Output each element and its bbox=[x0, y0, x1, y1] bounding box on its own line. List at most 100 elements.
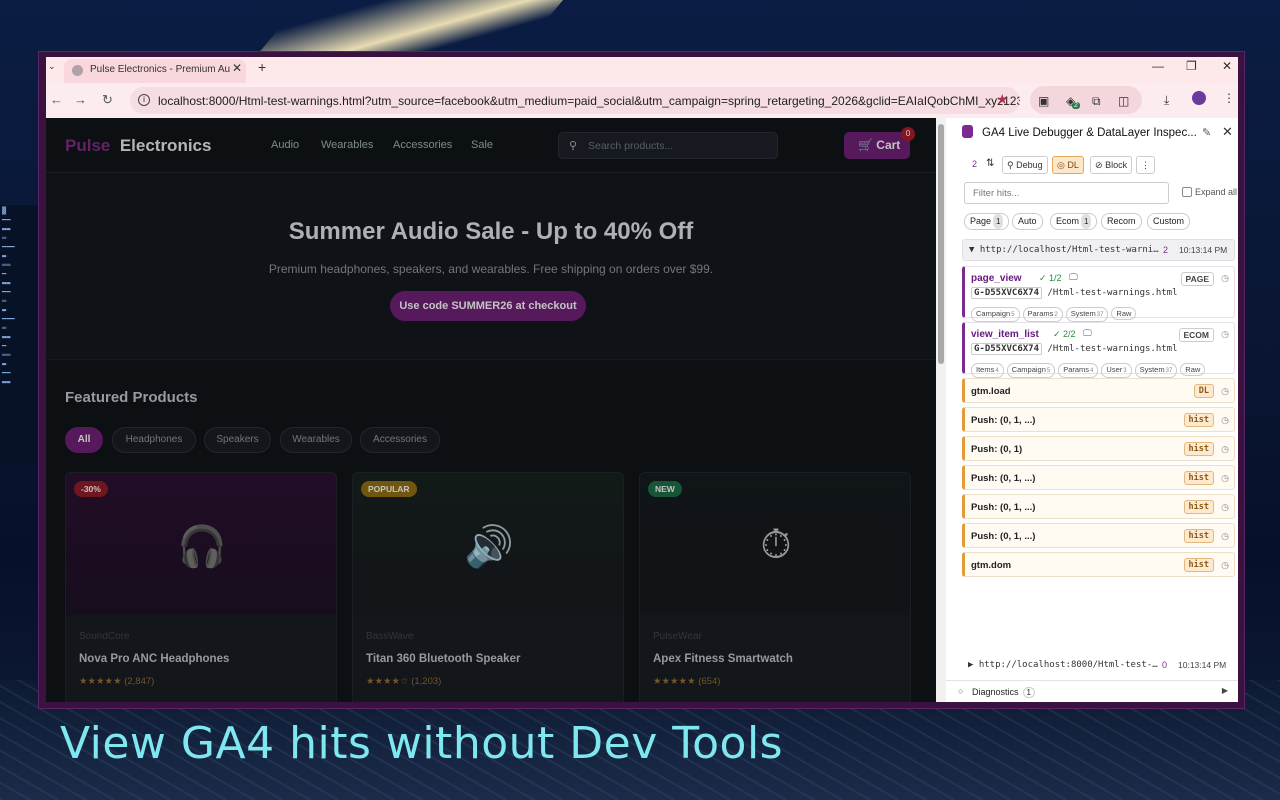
datalayer-event[interactable]: Push: (0, 1, ...) hist ◷ bbox=[962, 465, 1235, 490]
diagnostics-bar[interactable]: ○ Diagnostics 1 ▶ bbox=[946, 680, 1238, 702]
clock-icon: ◷ bbox=[1221, 473, 1229, 483]
tag-page[interactable]: Page 1 bbox=[964, 213, 1010, 230]
extension-badge: 2 bbox=[1072, 102, 1080, 109]
validation-status: ✓ 1/2 bbox=[1039, 273, 1062, 283]
pill-raw[interactable]: Raw bbox=[1111, 307, 1137, 320]
block-icon: ⊘ bbox=[1095, 160, 1103, 170]
tag-ecom[interactable]: Ecom 1 bbox=[1050, 213, 1098, 230]
hit-type-label: PAGE bbox=[1180, 272, 1214, 286]
site-info-icon[interactable]: i bbox=[138, 94, 150, 106]
pill-campaign[interactable]: Campaign5 bbox=[1006, 363, 1056, 378]
pill-params[interactable]: Params4 bbox=[1058, 363, 1099, 378]
page-group-header-collapsed[interactable]: ▶ http://localhost:8000/Html-test-… 0 10… bbox=[962, 655, 1235, 675]
download-icon[interactable]: ⤓ bbox=[1164, 93, 1169, 108]
clock-icon: ◷ bbox=[1221, 531, 1229, 541]
tag-auto[interactable]: Auto bbox=[1012, 213, 1043, 230]
hit-event-name: page_view bbox=[971, 273, 1022, 284]
ga4-debugger-panel: GA4 Live Debugger & DataLayer Inspec... … bbox=[946, 118, 1238, 702]
hit-sections: Campaign5 Params2 System37 Raw bbox=[971, 303, 1139, 322]
desktop-icon: 🖵 bbox=[1069, 272, 1078, 282]
back-icon[interactable]: ← bbox=[50, 92, 63, 107]
analytics-extension-icon[interactable]: ▣ bbox=[1038, 94, 1049, 108]
checkbox-icon bbox=[1182, 187, 1192, 197]
forward-icon[interactable]: → bbox=[74, 92, 87, 107]
block-toggle-button[interactable]: ⊘ Block bbox=[1090, 156, 1133, 174]
clock-icon: ◷ bbox=[1221, 415, 1229, 425]
website-page: Pulse Electronics Audio Wearables Access… bbox=[46, 118, 936, 702]
side-panel-icon[interactable]: ◫ bbox=[1118, 94, 1129, 108]
pill-system[interactable]: System37 bbox=[1065, 307, 1109, 322]
extensions-puzzle-icon[interactable]: ⧉ bbox=[1092, 94, 1101, 109]
promo-caption: View GA4 hits without Dev Tools bbox=[60, 718, 784, 769]
datalayer-event[interactable]: Push: (0, 1, ...) hist ◷ bbox=[962, 407, 1235, 432]
group-time: 10:13:14 PM bbox=[1178, 660, 1227, 670]
tab-favicon-icon bbox=[72, 65, 83, 76]
clock-icon: ◷ bbox=[1221, 273, 1229, 283]
extension-logo-icon bbox=[962, 125, 973, 138]
datalayer-event[interactable]: Push: (0, 1, ...) hist ◷ bbox=[962, 523, 1235, 548]
hit-measurement-id: G-D55XVC6X74 /Html-test-warnings.html bbox=[971, 343, 1178, 355]
filter-hits-input[interactable]: Filter hits... bbox=[964, 182, 1169, 204]
restore-icon[interactable]: ❐ bbox=[1186, 59, 1197, 73]
panel-header: GA4 Live Debugger & DataLayer Inspec... … bbox=[946, 118, 1238, 148]
datalayer-event[interactable]: Push: (0, 1, ...) hist ◷ bbox=[962, 494, 1235, 519]
url-text: localhost:8000/Html-test-warnings.html?u… bbox=[158, 94, 1020, 108]
tab-title: Pulse Electronics - Premium Au bbox=[90, 64, 231, 75]
page-dim-overlay bbox=[46, 118, 936, 702]
profile-avatar[interactable] bbox=[1192, 91, 1206, 105]
background-code-decoration: ▓ ━━ ▬▬ ═ ━━━ ▬ ══ ━ ▬▬ ━━ ═ ▬ ━━━ ═ ▬▬ ━ ══ ▬ ━━ ▬▬ bbox=[0, 205, 40, 465]
tab-bar: ⌄ Pulse Electronics - Premium Au ✕ + — ❐… bbox=[46, 57, 1238, 83]
desktop-icon: 🖵 bbox=[1083, 328, 1092, 338]
page-scrollbar[interactable] bbox=[936, 118, 946, 702]
pill-user[interactable]: User3 bbox=[1101, 363, 1132, 378]
expand-all-checkbox[interactable]: Expand all bbox=[1182, 187, 1237, 197]
reload-icon[interactable]: ↻ bbox=[102, 92, 113, 108]
pill-items[interactable]: Items4 bbox=[971, 363, 1004, 378]
clock-icon: ◷ bbox=[1221, 329, 1229, 339]
datalayer-event[interactable]: gtm.load DL ◷ bbox=[962, 378, 1235, 403]
new-tab-icon[interactable]: + bbox=[258, 59, 266, 75]
tag-recom[interactable]: Recom bbox=[1101, 213, 1142, 230]
tag-custom[interactable]: Custom bbox=[1147, 213, 1191, 230]
datalayer-event[interactable]: Push: (0, 1) hist ◷ bbox=[962, 436, 1235, 461]
group-time: 10:13:14 PM bbox=[1179, 245, 1228, 255]
extensions-group: ▣ ◈ 2 ⧉ ◫ bbox=[1030, 86, 1142, 114]
panel-toolbar: 2 ⇅ ⚲ Debug ◎ DL ⊘ Block ⋮ bbox=[946, 154, 1238, 176]
debug-icon: ⚲ bbox=[1007, 160, 1014, 170]
pill-params[interactable]: Params2 bbox=[1022, 307, 1063, 322]
close-window-icon[interactable]: ✕ bbox=[1222, 59, 1232, 73]
group-url: ▼ http://localhost/Html-test-warni… bbox=[969, 245, 1159, 255]
hit-sections: Items4 Campaign5 Params4 User3 System37 Raw bbox=[971, 359, 1208, 378]
diagnostics-icon: ○ bbox=[958, 686, 964, 696]
clock-icon: ◷ bbox=[1221, 502, 1229, 512]
address-bar[interactable]: i localhost:8000/Html-test-warnings.html… bbox=[130, 87, 1020, 114]
expand-arrow-icon[interactable]: ▶ bbox=[1222, 686, 1228, 695]
pill-raw[interactable]: Raw bbox=[1180, 363, 1206, 376]
validation-status: ✓ 2/2 bbox=[1053, 329, 1076, 339]
pill-campaign[interactable]: Campaign5 bbox=[971, 307, 1020, 322]
group-count: 0 bbox=[1162, 660, 1168, 670]
sort-icon[interactable]: ⇅ bbox=[986, 158, 994, 169]
more-options-icon[interactable]: ⋮ bbox=[1136, 156, 1155, 174]
datalayer-event[interactable]: gtm.dom hist ◷ bbox=[962, 552, 1235, 577]
clock-icon: ◷ bbox=[1221, 386, 1229, 396]
debug-toggle-button[interactable]: ⚲ Debug bbox=[1002, 156, 1048, 174]
dl-toggle-button[interactable]: ◎ DL bbox=[1052, 156, 1084, 174]
page-group-header[interactable]: ▼ http://localhost/Html-test-warni… 2 10… bbox=[962, 239, 1235, 261]
tab-close-icon[interactable]: ✕ bbox=[232, 61, 242, 75]
bookmark-star-icon[interactable]: ★ bbox=[996, 91, 1009, 108]
datalayer-icon: ◎ bbox=[1057, 160, 1065, 170]
menu-kebab-icon[interactable]: ⋮ bbox=[1223, 91, 1235, 105]
clock-icon: ◷ bbox=[1221, 444, 1229, 454]
scrollbar-thumb[interactable] bbox=[938, 124, 944, 364]
unpin-icon[interactable]: ✎ bbox=[1202, 126, 1211, 139]
pill-system[interactable]: System37 bbox=[1134, 363, 1178, 378]
hit-card-page-view[interactable]: page_view ✓ 1/2 🖵 PAGE ◷ G-D55XVC6X74 /H… bbox=[962, 266, 1235, 322]
close-panel-icon[interactable]: ✕ bbox=[1222, 124, 1233, 140]
hit-card-view-item-list[interactable]: view_item_list ✓ 2/2 🖵 ECOM ◷ G-D55XVC6X… bbox=[962, 322, 1235, 378]
group-url: ▶ http://localhost:8000/Html-test-… bbox=[968, 660, 1158, 670]
minimize-icon[interactable]: — bbox=[1152, 59, 1164, 73]
tab-search-icon[interactable]: ⌄ bbox=[48, 61, 56, 72]
browser-tab[interactable]: Pulse Electronics - Premium Au bbox=[64, 59, 246, 83]
panel-title: GA4 Live Debugger & DataLayer Inspec... bbox=[982, 127, 1197, 139]
